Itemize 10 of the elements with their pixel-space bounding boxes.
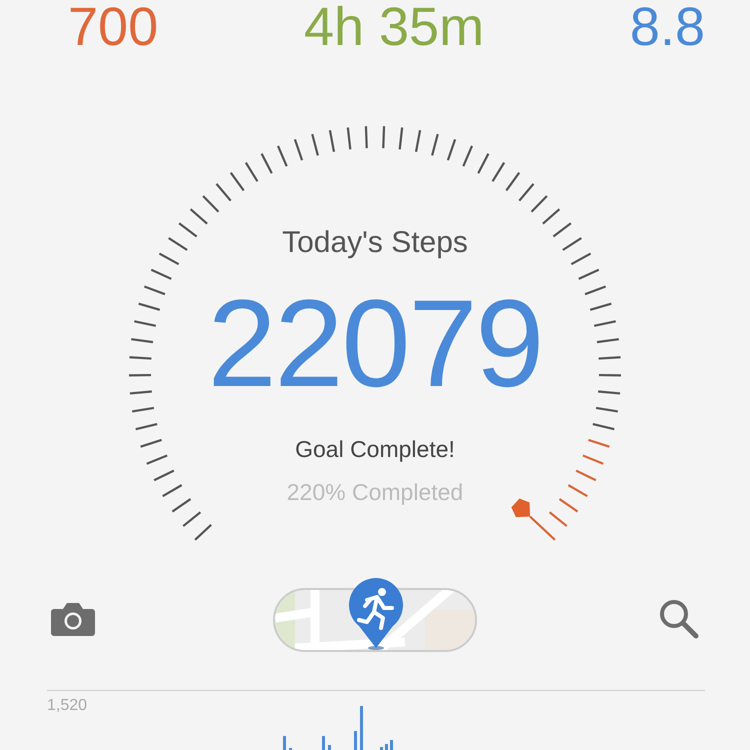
goal-status: Goal Complete!: [295, 436, 455, 463]
camera-icon: [50, 600, 96, 636]
stat-value: 700: [68, 0, 158, 56]
chart-max-label: 1,520: [47, 697, 88, 715]
gauge-title: Today's Steps: [282, 226, 468, 260]
stat-value: 4h 35m: [304, 0, 484, 56]
step-count: 22079: [208, 274, 542, 414]
stat-value: 8.8: [630, 0, 705, 56]
progress-text: 220% Completed: [286, 479, 464, 506]
search-icon: [658, 598, 700, 640]
